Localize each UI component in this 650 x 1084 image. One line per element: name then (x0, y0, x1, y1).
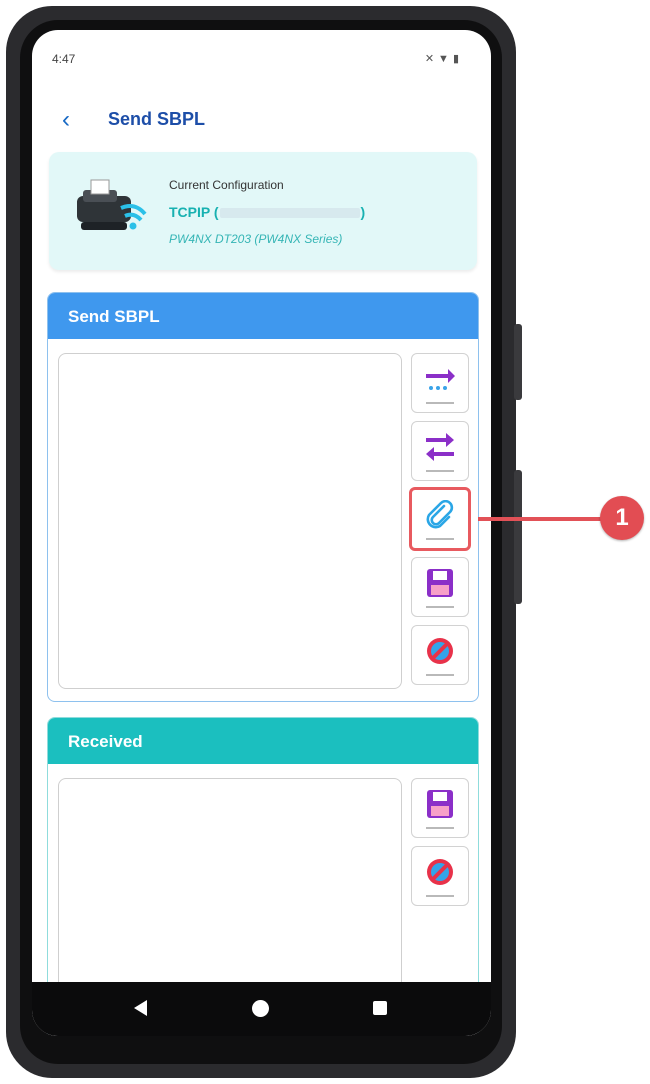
send-sbpl-panel: Send SBPL (47, 292, 479, 702)
received-panel-title: Received (48, 718, 478, 764)
send-receive-button[interactable] (411, 421, 469, 481)
printer-icon (77, 179, 147, 230)
nav-recents-icon[interactable] (373, 1001, 387, 1015)
nav-back-icon[interactable] (134, 1000, 147, 1016)
connection-suffix: ) (360, 204, 366, 220)
status-icons: ✕▼▮ (425, 52, 463, 65)
send-panel-title: Send SBPL (48, 293, 478, 339)
configuration-label: Current Configuration (169, 178, 284, 192)
system-nav-bar (32, 982, 491, 1036)
button-underline (426, 538, 454, 540)
current-configuration-card[interactable]: Current Configuration TCPIP () PW4NX DT2… (49, 152, 477, 270)
nav-home-icon[interactable] (252, 1000, 269, 1017)
send-icon (426, 369, 455, 390)
send-button[interactable] (411, 353, 469, 413)
button-underline (426, 470, 454, 472)
mute-icon: ✕ (424, 53, 439, 65)
battery-icon: ▮ (452, 53, 463, 65)
app-header: ‹ Send SBPL (32, 102, 491, 142)
button-underline (426, 827, 454, 829)
clear-icon (427, 638, 453, 664)
button-underline (426, 674, 454, 676)
clear-button[interactable] (411, 625, 469, 685)
status-bar: 4:47 ✕▼▮ (32, 30, 491, 90)
button-underline (426, 895, 454, 897)
button-underline (426, 402, 454, 404)
callout-badge: 1 (600, 496, 644, 540)
masked-ip-address (219, 208, 360, 219)
attach-file-icon (426, 500, 454, 529)
received-save-button[interactable] (411, 778, 469, 838)
connection-type: TCPIP ( (169, 204, 219, 220)
wifi-icon: ▼ (438, 53, 453, 65)
volume-button (514, 470, 522, 604)
chevron-left-icon[interactable]: ‹ (62, 106, 70, 134)
received-clear-button[interactable] (411, 846, 469, 906)
printer-model: PW4NX DT203 (PW4NX Series) (169, 232, 343, 246)
send-text-area[interactable] (58, 353, 402, 689)
callout-line (478, 517, 603, 521)
clear-icon (427, 859, 453, 885)
button-underline (426, 606, 454, 608)
save-icon (427, 790, 453, 818)
save-icon (427, 569, 453, 597)
page-title: Send SBPL (108, 109, 206, 129)
connection-info: TCPIP () (169, 204, 365, 220)
status-time: 4:47 (52, 52, 76, 66)
power-button (514, 324, 522, 400)
app-screen: 4:47 ✕▼▮ ‹ Send SBPL Current Configurati… (32, 30, 491, 1036)
attach-file-button[interactable] (409, 487, 471, 551)
send-receive-icon (426, 433, 454, 461)
save-button[interactable] (411, 557, 469, 617)
